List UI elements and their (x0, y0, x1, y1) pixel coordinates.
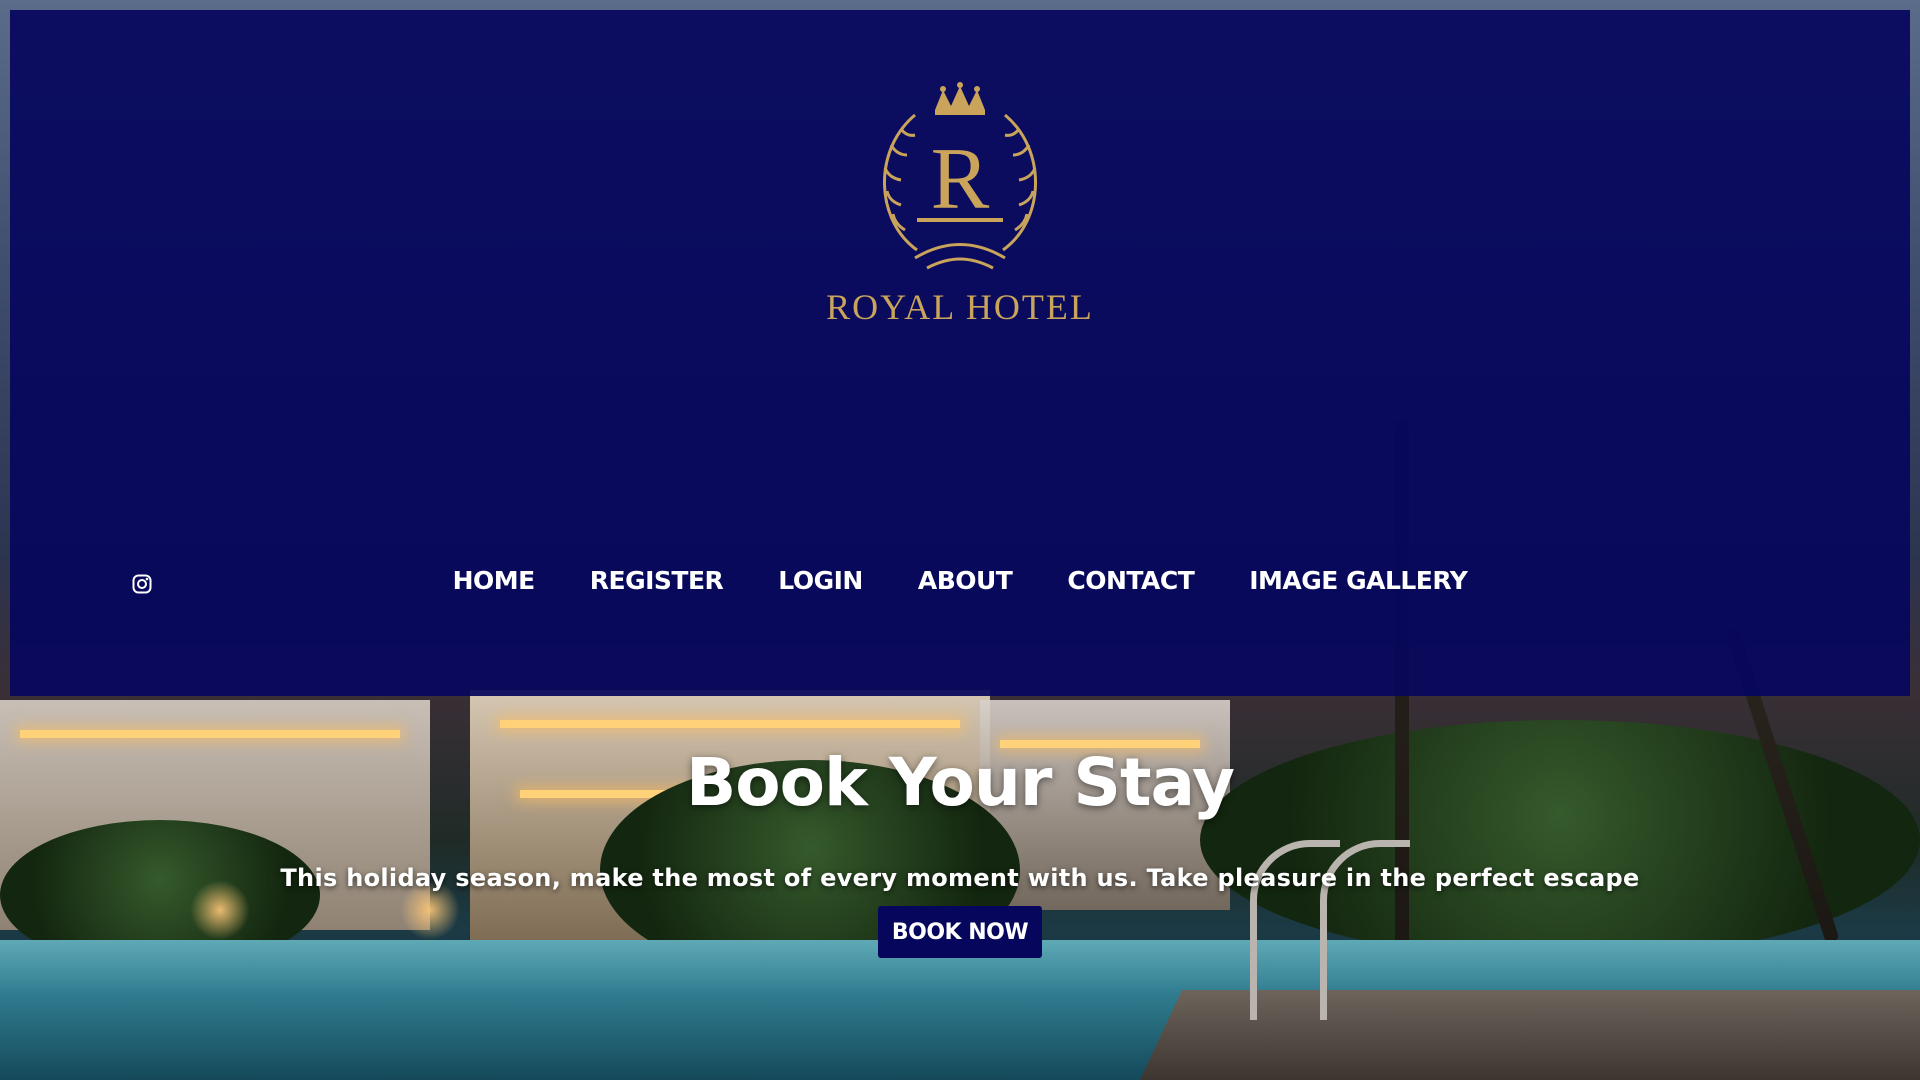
hero-subtitle: This holiday season, make the most of ev… (280, 864, 1640, 892)
book-now-button[interactable]: BOOK NOW (878, 906, 1042, 958)
lit-windows (20, 730, 400, 738)
hero-title: Book Your Stay (685, 744, 1235, 821)
nav-home[interactable]: HOME (453, 566, 536, 595)
main-nav: HOME REGISTER LOGIN ABOUT CONTACT IMAGE … (10, 566, 1910, 595)
site-header: R ROYAL HOTEL HOME REGISTER LOGIN ABOUT … (10, 10, 1910, 696)
svg-text:R: R (931, 131, 990, 228)
hotel-name: ROYAL HOTEL (826, 287, 1094, 327)
hotel-logo[interactable]: R ROYAL HOTEL (825, 80, 1095, 328)
nav-register[interactable]: REGISTER (590, 566, 724, 595)
lit-windows (500, 720, 960, 728)
crest-icon: R (883, 82, 1037, 270)
nav-login[interactable]: LOGIN (778, 566, 863, 595)
nav-about[interactable]: ABOUT (918, 566, 1013, 595)
nav-contact[interactable]: CONTACT (1067, 566, 1194, 595)
nav-image-gallery[interactable]: IMAGE GALLERY (1249, 566, 1468, 595)
